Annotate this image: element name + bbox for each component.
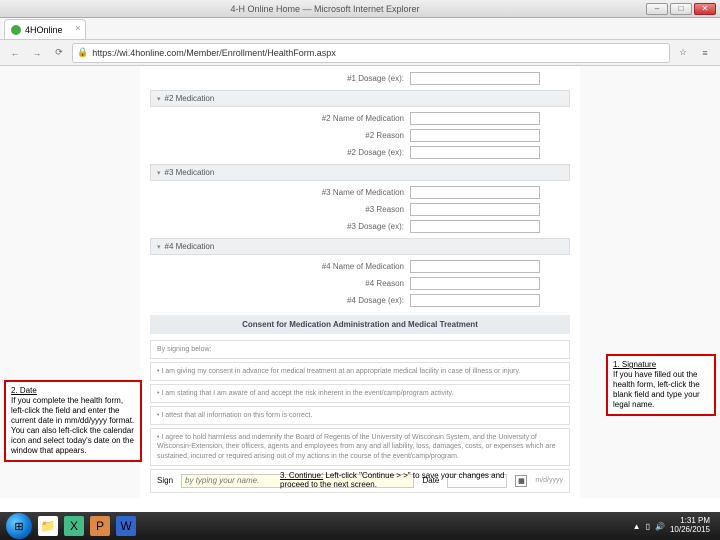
tray-date: 10/26/2015 xyxy=(670,526,710,535)
window-controls: – □ ✕ xyxy=(646,3,716,15)
field-label: #1 Dosage (ex): xyxy=(284,74,404,83)
field-label: #2 Dosage (ex): xyxy=(284,148,404,157)
field-label: #4 Name of Medication xyxy=(284,262,404,271)
med-4-reason-input[interactable] xyxy=(410,277,540,290)
date-hint: m/d/yyyy xyxy=(535,477,563,484)
tray-clock[interactable]: 1:31 PM 10/26/2015 xyxy=(670,517,710,535)
field-label: #3 Reason xyxy=(284,205,404,214)
section-label: #3 Medication xyxy=(165,168,215,177)
taskbar: ⊞ 📁 X P W ▲ ▯ 🔊 1:31 PM 10/26/2015 xyxy=(0,512,720,540)
field-label: #3 Dosage (ex): xyxy=(284,222,404,231)
health-form: #1 Dosage (ex): ▾ #2 Medication #2 Name … xyxy=(140,66,580,498)
start-button[interactable]: ⊞ xyxy=(6,513,32,539)
taskbar-excel-icon[interactable]: X xyxy=(64,516,84,536)
chevron-icon: ▾ xyxy=(157,169,161,177)
consent-bullet-1: • I am giving my consent in advance for … xyxy=(150,362,570,381)
browser-tabbar: 4HOnline × xyxy=(0,18,720,40)
lock-icon: 🔒 xyxy=(77,47,88,58)
callout-date: 2. Date If you complete the health form,… xyxy=(4,380,142,462)
forward-button[interactable]: → xyxy=(28,44,46,62)
callout-title: 3. Continue: xyxy=(280,471,323,480)
chevron-icon: ▾ xyxy=(157,95,161,103)
consent-bullet-4: • I agree to hold harmless and indemnify… xyxy=(150,428,570,465)
callout-continue: 3. Continue: Left-click "Continue > >" t… xyxy=(280,471,530,489)
bookmark-star-icon[interactable]: ☆ xyxy=(674,44,692,62)
window-title: 4-H Online Home — Microsoft Internet Exp… xyxy=(4,4,646,14)
tab-label: 4HOnline xyxy=(25,25,63,35)
taskbar-word-icon[interactable]: W xyxy=(116,516,136,536)
med-3-dosage-input[interactable] xyxy=(410,220,540,233)
section-label: #2 Medication xyxy=(165,94,215,103)
consent-bullet-2: • I am stating that I am aware of and ac… xyxy=(150,384,570,403)
field-row: #1 Dosage (ex): xyxy=(140,70,580,87)
consent-banner: Consent for Medication Administration an… xyxy=(150,315,570,334)
chevron-icon: ▾ xyxy=(157,243,161,251)
med-4-name-input[interactable] xyxy=(410,260,540,273)
close-button[interactable]: ✕ xyxy=(694,3,716,15)
sign-label: Sign xyxy=(157,476,173,485)
med-2-reason-input[interactable] xyxy=(410,129,540,142)
maximize-button[interactable]: □ xyxy=(670,3,692,15)
med-4-dosage-input[interactable] xyxy=(410,294,540,307)
field-label: #2 Name of Medication xyxy=(284,114,404,123)
field-label: #2 Reason xyxy=(284,131,404,140)
callout-body: If you complete the health form, left-cl… xyxy=(11,396,134,455)
taskbar-powerpoint-icon[interactable]: P xyxy=(90,516,110,536)
reload-button[interactable]: ⟳ xyxy=(50,44,68,62)
medication-4-header[interactable]: ▾ #4 Medication xyxy=(150,238,570,255)
field-label: #3 Name of Medication xyxy=(284,188,404,197)
consent-intro: By signing below: xyxy=(150,340,570,359)
field-label: #4 Reason xyxy=(284,279,404,288)
med-2-dosage-input[interactable] xyxy=(410,146,540,159)
back-button[interactable]: ← xyxy=(6,44,24,62)
callout-title: 2. Date xyxy=(11,386,37,395)
browser-navbar: ← → ⟳ 🔒 https://wi.4honline.com/Member/E… xyxy=(0,40,720,66)
favicon-icon xyxy=(11,25,21,35)
minimize-button[interactable]: – xyxy=(646,3,668,15)
field-label: #4 Dosage (ex): xyxy=(284,296,404,305)
button-row: < < Previous Continue > > xyxy=(140,496,580,498)
medication-2-header[interactable]: ▾ #2 Medication xyxy=(150,90,570,107)
med-3-name-input[interactable] xyxy=(410,186,540,199)
taskbar-explorer-icon[interactable]: 📁 xyxy=(38,516,58,536)
tray-network-icon[interactable]: ▯ xyxy=(646,522,650,531)
tray-sound-icon[interactable]: 🔊 xyxy=(655,522,665,531)
med-2-name-input[interactable] xyxy=(410,112,540,125)
dosage-1-input[interactable] xyxy=(410,72,540,85)
menu-icon[interactable]: ≡ xyxy=(696,44,714,62)
url-text: https://wi.4honline.com/Member/Enrollmen… xyxy=(92,48,336,58)
address-bar[interactable]: 🔒 https://wi.4honline.com/Member/Enrollm… xyxy=(72,43,670,63)
med-3-reason-input[interactable] xyxy=(410,203,540,216)
section-label: #4 Medication xyxy=(165,242,215,251)
tray-flag-icon[interactable]: ▲ xyxy=(633,522,641,531)
page-content: #1 Dosage (ex): ▾ #2 Medication #2 Name … xyxy=(0,66,720,498)
system-tray: ▲ ▯ 🔊 1:31 PM 10/26/2015 xyxy=(633,517,714,535)
callout-body: If you have filled out the health form, … xyxy=(613,370,700,409)
window-titlebar: 4-H Online Home — Microsoft Internet Exp… xyxy=(0,0,720,18)
callout-title: 1. Signature xyxy=(613,360,656,369)
callout-signature: 1. Signature If you have filled out the … xyxy=(606,354,716,416)
consent-bullet-3: • I attest that all information on this … xyxy=(150,406,570,425)
medication-3-header[interactable]: ▾ #3 Medication xyxy=(150,164,570,181)
tab-4honline[interactable]: 4HOnline × xyxy=(4,19,86,39)
tab-close-icon[interactable]: × xyxy=(75,23,80,33)
